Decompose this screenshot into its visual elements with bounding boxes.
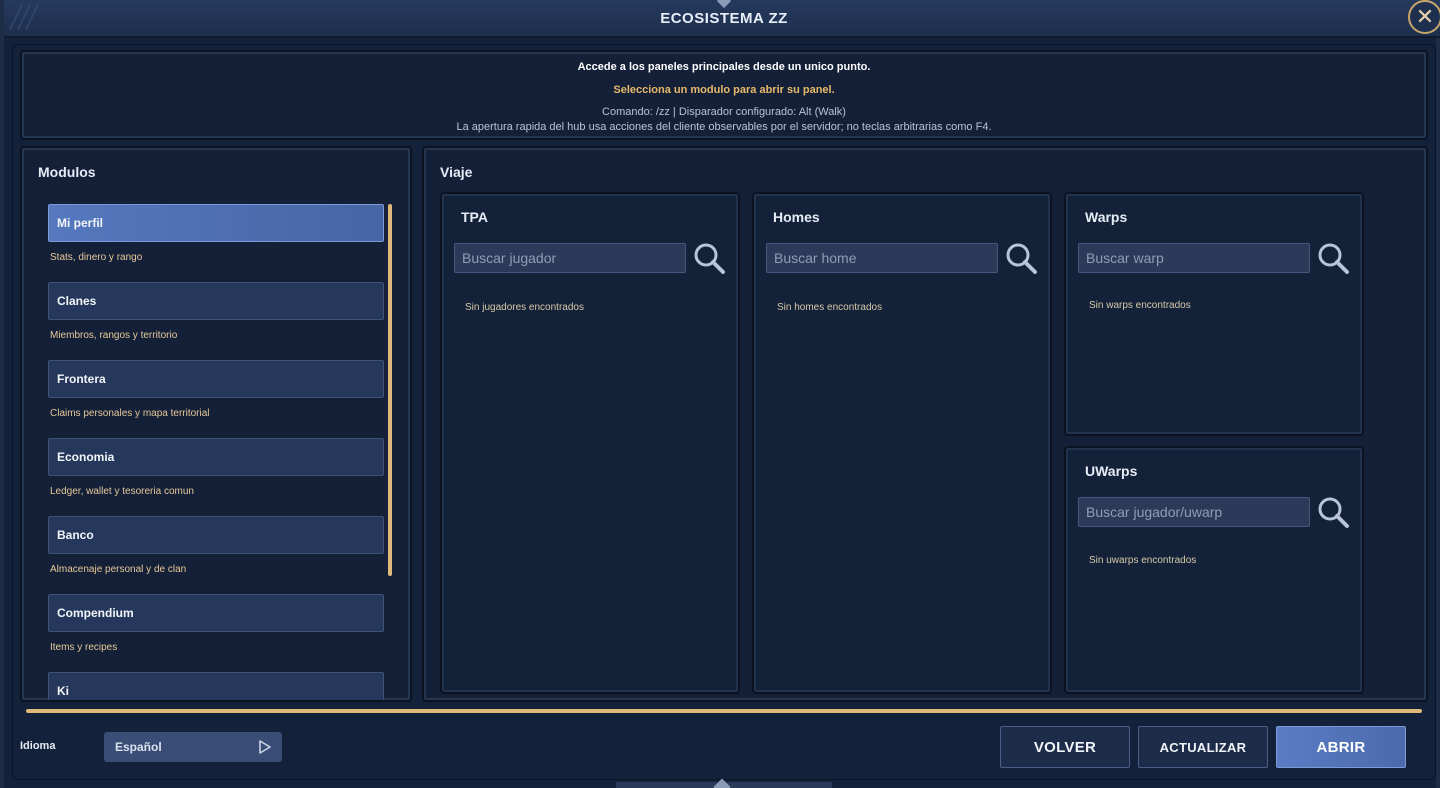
volver-button[interactable]: VOLVER: [1000, 726, 1130, 768]
search-icon[interactable]: [1316, 241, 1350, 275]
homes-search-input[interactable]: [766, 243, 998, 273]
close-button[interactable]: ✕: [1408, 0, 1440, 34]
corner-ornament-icon: [9, 3, 39, 31]
modules-panel: Modulos Mi perfil Stats, dinero y rango …: [20, 146, 412, 702]
module-item: Ki: [48, 672, 386, 700]
module-button-compendium[interactable]: Compendium: [48, 594, 384, 632]
module-description: Ledger, wallet y tesoreria comun: [50, 486, 194, 497]
search-icon[interactable]: [1316, 495, 1350, 529]
search-icon[interactable]: [1004, 241, 1038, 275]
footer-divider: [26, 709, 1422, 713]
module-item: Mi perfil Stats, dinero y rango: [48, 204, 386, 282]
module-button-clanes[interactable]: Clanes: [48, 282, 384, 320]
tpa-search-input[interactable]: [454, 243, 686, 273]
module-button-economia[interactable]: Economia: [48, 438, 384, 476]
module-button-ki[interactable]: Ki: [48, 672, 384, 700]
tpa-title: TPA: [461, 209, 488, 225]
warps-title: Warps: [1085, 209, 1128, 225]
warps-empty-message: Sin warps encontrados: [1089, 300, 1191, 311]
language-value: Español: [115, 740, 162, 754]
module-button-banco[interactable]: Banco: [48, 516, 384, 554]
modules-title: Modulos: [38, 164, 96, 180]
module-description: Stats, dinero y rango: [50, 252, 143, 263]
module-item: Compendium Items y recipes: [48, 594, 386, 672]
info-panel: Accede a los paneles principales desde u…: [20, 50, 1428, 140]
homes-title: Homes: [773, 209, 820, 225]
warps-search-input[interactable]: [1078, 243, 1310, 273]
module-description: Almacenaje personal y de clan: [50, 564, 187, 575]
info-instruction: Selecciona un modulo para abrir su panel…: [613, 84, 835, 96]
close-icon: ✕: [1415, 4, 1435, 29]
hub-window: ECOSISTEMA ZZ ✕ Accede a los paneles pri…: [0, 0, 1440, 788]
window-title: ECOSISTEMA ZZ: [660, 9, 788, 27]
homes-panel: Homes Sin homes encontrados: [752, 192, 1052, 694]
module-button-mi-perfil[interactable]: Mi perfil: [48, 204, 384, 242]
language-label: Idioma: [20, 740, 56, 752]
module-list: Mi perfil Stats, dinero y rango Clanes M…: [48, 204, 386, 700]
module-description: Items y recipes: [50, 642, 118, 653]
info-note: La apertura rapida del hub usa acciones …: [456, 121, 992, 133]
module-description: Claims personales y mapa territorial: [50, 408, 210, 419]
info-headline: Accede a los paneles principales desde u…: [577, 61, 871, 73]
uwarps-title: UWarps: [1085, 463, 1138, 479]
module-item: Clanes Miembros, rangos y territorio: [48, 282, 386, 360]
actualizar-button[interactable]: ACTUALIZAR: [1138, 726, 1268, 768]
module-description: Miembros, rangos y territorio: [50, 330, 178, 341]
module-button-frontera[interactable]: Frontera: [48, 360, 384, 398]
language-selector[interactable]: Español: [104, 732, 282, 762]
module-item: Frontera Claims personales y mapa territ…: [48, 360, 386, 438]
uwarps-empty-message: Sin uwarps encontrados: [1089, 555, 1197, 566]
modules-scrollbar[interactable]: [388, 204, 392, 576]
tpa-panel: TPA Sin jugadores encontrados: [440, 192, 740, 694]
abrir-button[interactable]: ABRIR: [1276, 726, 1406, 768]
search-icon[interactable]: [692, 241, 726, 275]
module-item: Banco Almacenaje personal y de clan: [48, 516, 386, 594]
info-command: Comando: /zz | Disparador configurado: A…: [602, 106, 846, 118]
uwarps-search-input[interactable]: [1078, 497, 1310, 527]
play-arrow-icon: [259, 740, 271, 754]
uwarps-panel: UWarps Sin uwarps encontrados: [1064, 446, 1364, 694]
homes-empty-message: Sin homes encontrados: [777, 302, 883, 313]
viaje-title: Viaje: [440, 164, 473, 180]
module-item: Economia Ledger, wallet y tesoreria comu…: [48, 438, 386, 516]
warps-panel: Warps Sin warps encontrados: [1064, 192, 1364, 436]
tpa-empty-message: Sin jugadores encontrados: [465, 302, 584, 313]
